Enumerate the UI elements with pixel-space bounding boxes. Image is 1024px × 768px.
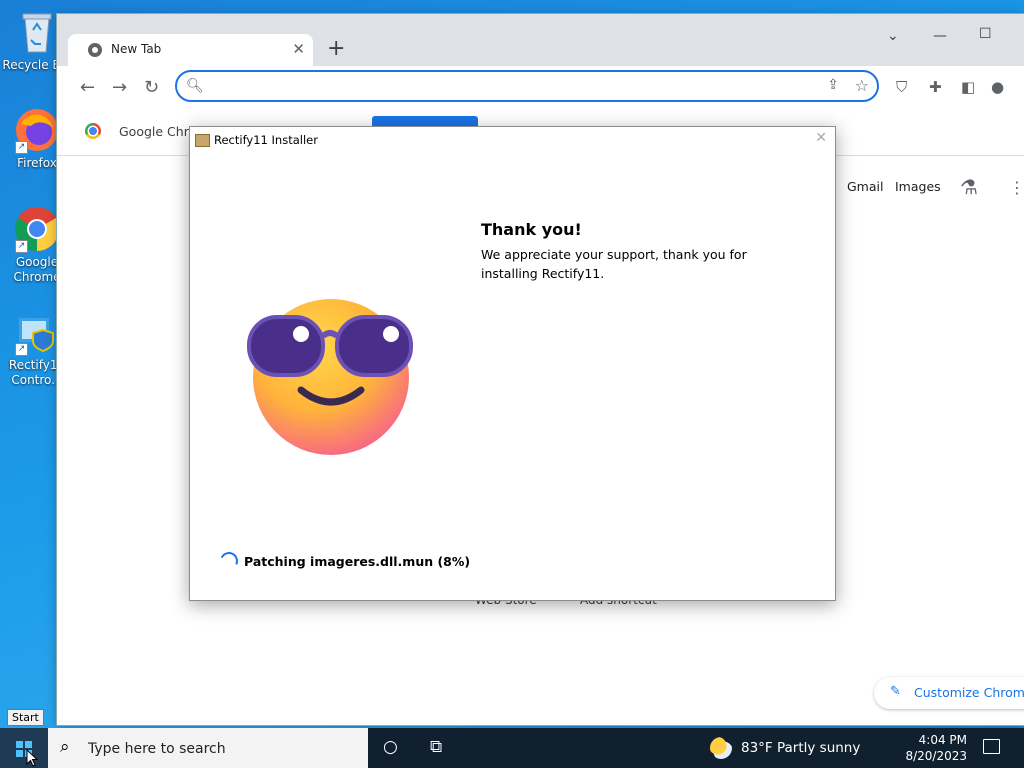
- partly-sunny-weather-icon[interactable]: [710, 737, 732, 759]
- shortcut-arrow-icon: ↗: [15, 141, 28, 154]
- start-tooltip: Start: [7, 709, 44, 726]
- taskbar: ⌕ ○ ⧉ 83°F Partly sunny 4:04 PM 8/20/202…: [0, 728, 1024, 768]
- new-tab-button[interactable]: +: [327, 36, 345, 61]
- apps-grid-icon[interactable]: ⋮⋮: [1009, 178, 1024, 197]
- side-panel-icon[interactable]: ◧: [961, 78, 975, 96]
- pencil-icon: ✎: [890, 684, 901, 699]
- labs-flask-icon[interactable]: ⚗: [960, 175, 978, 199]
- back-button[interactable]: ←: [80, 77, 95, 98]
- mouse-cursor-icon: [26, 749, 38, 767]
- gmail-link[interactable]: Gmail: [847, 179, 883, 194]
- reload-button[interactable]: ↻: [144, 77, 159, 98]
- profile-avatar-icon[interactable]: ●: [991, 78, 1004, 96]
- install-status-text: Patching imageres.dll.mun (8%): [244, 554, 471, 569]
- extensions-puzzle-icon[interactable]: ✚: [929, 78, 942, 96]
- weather-widget[interactable]: 83°F Partly sunny: [741, 740, 860, 756]
- recycle-bin-icon: [13, 8, 61, 56]
- thank-you-message: We appreciate your support, thank you fo…: [481, 247, 747, 281]
- tab-new-tab[interactable]: New Tab ✕: [68, 34, 313, 66]
- omnibox[interactable]: 🔍︎ ⇪ ☆: [175, 70, 879, 102]
- bookmark-star-icon[interactable]: ☆: [855, 76, 869, 95]
- dialog-title-bar: Rectify11 Installer ✕: [190, 127, 835, 153]
- close-tab-icon[interactable]: ✕: [292, 40, 305, 58]
- clock-time: 4:04 PM: [918, 733, 967, 747]
- system-clock[interactable]: 4:04 PM 8/20/2023: [905, 732, 967, 764]
- sunglasses-emoji-icon: [245, 292, 415, 457]
- customize-chrome-button[interactable]: ✎ Customize Chrome: [874, 677, 1024, 709]
- shortcut-arrow-icon: ↗: [15, 240, 28, 253]
- maximize-button[interactable]: ☐: [979, 26, 992, 42]
- close-icon[interactable]: ✕: [815, 130, 827, 146]
- shortcut-arrow-icon: ↗: [15, 343, 28, 356]
- chrome-icon: ↗: [13, 205, 61, 253]
- chrome-favicon-icon: [88, 43, 102, 57]
- cortana-circle-icon[interactable]: ○: [383, 737, 398, 757]
- installer-box-icon: [195, 134, 210, 147]
- taskbar-search-box[interactable]: ⌕: [48, 728, 368, 768]
- forward-button[interactable]: →: [112, 77, 127, 98]
- search-icon: 🔍︎: [186, 78, 204, 94]
- share-icon[interactable]: ⇪: [827, 77, 839, 93]
- images-link[interactable]: Images: [895, 179, 941, 194]
- rectify11-control-icon: ↗: [13, 308, 61, 356]
- clock-date: 8/20/2023: [905, 749, 967, 763]
- thank-you-heading: Thank you!: [481, 220, 582, 239]
- task-view-icon[interactable]: ⧉: [430, 737, 442, 757]
- address-input[interactable]: [209, 76, 813, 98]
- installer-dialog: Rectify11 Installer ✕ Thank you! We appr…: [189, 126, 836, 601]
- tab-strip: New Tab ✕ + ⌄ — ☐: [57, 14, 1024, 66]
- customize-chrome-label: Customize Chrome: [914, 685, 1024, 700]
- start-button[interactable]: [0, 728, 48, 768]
- search-icon: ⌕: [60, 737, 70, 757]
- google-chrome-favicon-icon: [85, 123, 101, 139]
- taskbar-search-input[interactable]: [86, 738, 360, 760]
- loading-spinner-icon: [217, 549, 241, 573]
- notification-center-icon[interactable]: [983, 739, 1000, 754]
- firefox-icon: ↗: [13, 106, 61, 154]
- dialog-title: Rectify11 Installer: [214, 133, 318, 147]
- ublock-shield-icon[interactable]: ⛉: [896, 78, 907, 96]
- toolbar: ← → ↻ 🔍︎ ⇪ ☆ ⛉ ✚ ◧ ●: [57, 66, 1024, 110]
- tab-title: New Tab: [111, 42, 162, 56]
- tab-search-chevron-icon[interactable]: ⌄: [887, 28, 899, 44]
- minimize-button[interactable]: —: [933, 28, 947, 44]
